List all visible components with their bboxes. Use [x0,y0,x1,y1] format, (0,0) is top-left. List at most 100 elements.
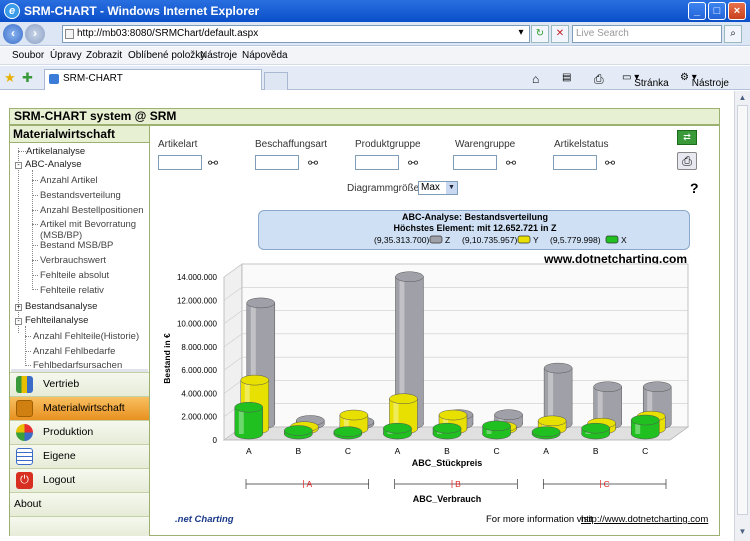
excel-export-icon[interactable]: ⇄ [677,130,697,145]
bar-chart-icon [16,400,33,417]
back-button[interactable]: ‹ [3,24,23,44]
url-field[interactable]: http://mb03:8080/SRMChart/default.aspx [62,25,530,43]
tree-item-abc-analyse[interactable]: ABC-Analyse [25,159,82,170]
tree-item-bestandsverteilung[interactable]: Bestandsverteilung [40,190,121,201]
section-title: Materialwirtschaft [10,126,149,143]
print-icon[interactable]: ⎙ [594,72,604,87]
filter-label-artikelart: Artikelart [158,139,198,150]
nav-logout[interactable]: ⏻ Logout [10,468,149,492]
stop-icon[interactable]: ✕ [551,25,569,43]
footer-link[interactable]: http://www.dotnetcharting.com [581,514,708,525]
nav-vertrieb[interactable]: Vertrieb [10,372,149,396]
chart-footer: .net Charting For more information visit… [153,513,716,527]
x-tick-label: B [593,446,599,456]
menu-item-favorites[interactable]: Oblíbené položky [128,50,205,61]
close-button[interactable]: × [728,2,746,20]
x-tick-label: B [295,446,301,456]
search-icon[interactable]: ⌕ [724,25,742,43]
page-menu[interactable]: ▭ Stránka ▾ [622,72,669,89]
tree-item-anzahl-fehlbedarfe[interactable]: Anzahl Fehlbedarfe [33,346,115,357]
home-icon[interactable]: ⌂ [532,72,539,86]
url-dropdown-icon[interactable]: ▾ [512,25,530,43]
collapse-icon[interactable]: - [15,318,22,325]
bar-X-A-A-top [234,401,264,413]
tree-item-artikelanalyse[interactable]: Artikelanalyse [26,146,85,157]
filter-input-warengruppe[interactable] [453,155,497,170]
nav-produktion[interactable]: Produktion [10,420,149,444]
feeds-icon[interactable]: ▤ [562,72,571,83]
nav-about[interactable]: About [10,492,149,516]
add-favorite-icon[interactable]: ✚ [22,70,33,86]
nav-label: Produktion [43,426,94,438]
binoculars-icon[interactable]: ⚯ [506,156,516,170]
tree-item-anzahl-bestellpositionen[interactable]: Anzahl Bestellpositionen [40,205,144,216]
binoculars-icon[interactable]: ⚯ [308,156,318,170]
nav-label: Materialwirtschaft [43,402,125,414]
tree-item-fehlteilanalyse[interactable]: Fehlteilanalyse [25,315,88,326]
y-tick-label: 12.000.000 [177,296,218,305]
dotnetcharting-logo: .net Charting [175,514,234,525]
navigation-tree: Artikelanalyse - ABC-Analyse Anzahl Arti… [10,144,149,369]
vertical-scrollbar[interactable]: ▲ ▼ [734,91,750,541]
url-text: http://mb03:8080/SRMChart/default.aspx [77,28,259,39]
group-label: C [604,479,610,489]
binoculars-icon[interactable]: ⚯ [408,156,418,170]
print-icon[interactable]: ⎙ [677,152,697,170]
scroll-thumb[interactable] [737,105,748,515]
tree-item-fehlbedarfsursachen[interactable]: Fehlbedarfsursachen [33,360,122,369]
tree-item-anzahl-fehlteile[interactable]: Anzahl Fehlteile(Historie) [33,331,139,342]
chart-size-select[interactable]: Max ▼ [418,181,458,195]
menu-item-view[interactable]: Zobrazit [86,50,122,61]
tree-item-bestand-msb[interactable]: Bestand MSB/BP [40,240,113,251]
x-tick-label: B [444,446,450,456]
tree-item-verbrauchswert[interactable]: Verbrauchswert [40,255,106,266]
new-tab-button[interactable] [264,72,288,90]
forward-button[interactable]: › [25,24,45,44]
menu-item-edit[interactable]: Úpravy [50,50,82,61]
legend-series-label: Z [445,235,450,245]
tab-page-icon [49,74,59,84]
minimize-button[interactable]: _ [688,2,706,20]
tab-srm-chart[interactable]: SRM-CHART [44,69,262,90]
search-input[interactable]: Live Search [572,25,722,43]
bar-X-C-B-top [581,422,610,434]
tree-item-artikel-bevorratung[interactable]: Artikel mit Bevorratung [40,219,136,230]
filter-input-beschaffungsart[interactable] [255,155,299,170]
tree-item-bestandsanalyse[interactable]: Bestandsanalyse [25,301,97,312]
bar-X-A-C-top [333,426,363,437]
group-axis-label: ABC_Verbrauch [413,494,482,504]
filter-label-artikelstatus: Artikelstatus [554,139,609,150]
tree-item-anzahl-artikel[interactable]: Anzahl Artikel [40,175,98,186]
nav-eigene[interactable]: Eigene [10,444,149,468]
footer-info-text: For more information visit [486,514,594,525]
tools-menu[interactable]: ⚙ Nástroje ▾ [680,72,729,89]
nav-materialwirtschaft[interactable]: Materialwirtschaft [10,396,149,420]
expand-icon[interactable]: + [15,304,22,311]
refresh-icon[interactable]: ↻ [531,25,549,43]
chart-size-label: Diagrammgröße: [347,183,423,194]
y-tick-label: 6.000.000 [181,366,217,375]
tree-item-fehlteile-absolut[interactable]: Fehlteile absolut [40,270,109,281]
scroll-down-icon[interactable]: ▼ [737,527,748,538]
menu-item-help[interactable]: Nápověda [242,50,288,61]
bar-X-B-A-top [383,422,412,434]
menu-item-file[interactable]: Soubor [12,50,44,61]
binoculars-icon[interactable]: ⚯ [208,156,218,170]
filter-label-beschaffungsart: Beschaffungsart [255,139,328,150]
scroll-up-icon[interactable]: ▲ [737,93,748,104]
y-tick-label: 8.000.000 [181,343,217,352]
menu-item-tools[interactable]: Nástroje [200,50,237,61]
filter-input-artikelstatus[interactable] [553,155,597,170]
help-icon[interactable]: ? [690,180,699,196]
favorites-star-icon[interactable]: ★ [4,70,16,86]
maximize-button[interactable]: □ [708,2,726,20]
nav-label: Vertrieb [43,378,80,390]
filter-input-artikelart[interactable] [158,155,202,170]
tree-item-fehlteile-relativ[interactable]: Fehlteile relativ [40,285,104,296]
collapse-icon[interactable]: - [15,162,22,169]
filter-input-produktgruppe[interactable] [355,155,399,170]
binoculars-icon[interactable]: ⚯ [605,156,615,170]
nav-label: Logout [43,474,76,486]
bar-Y-A-C-top [339,409,369,421]
menu-bar: Soubor Úpravy Zobrazit Oblíbené položky … [0,47,750,65]
